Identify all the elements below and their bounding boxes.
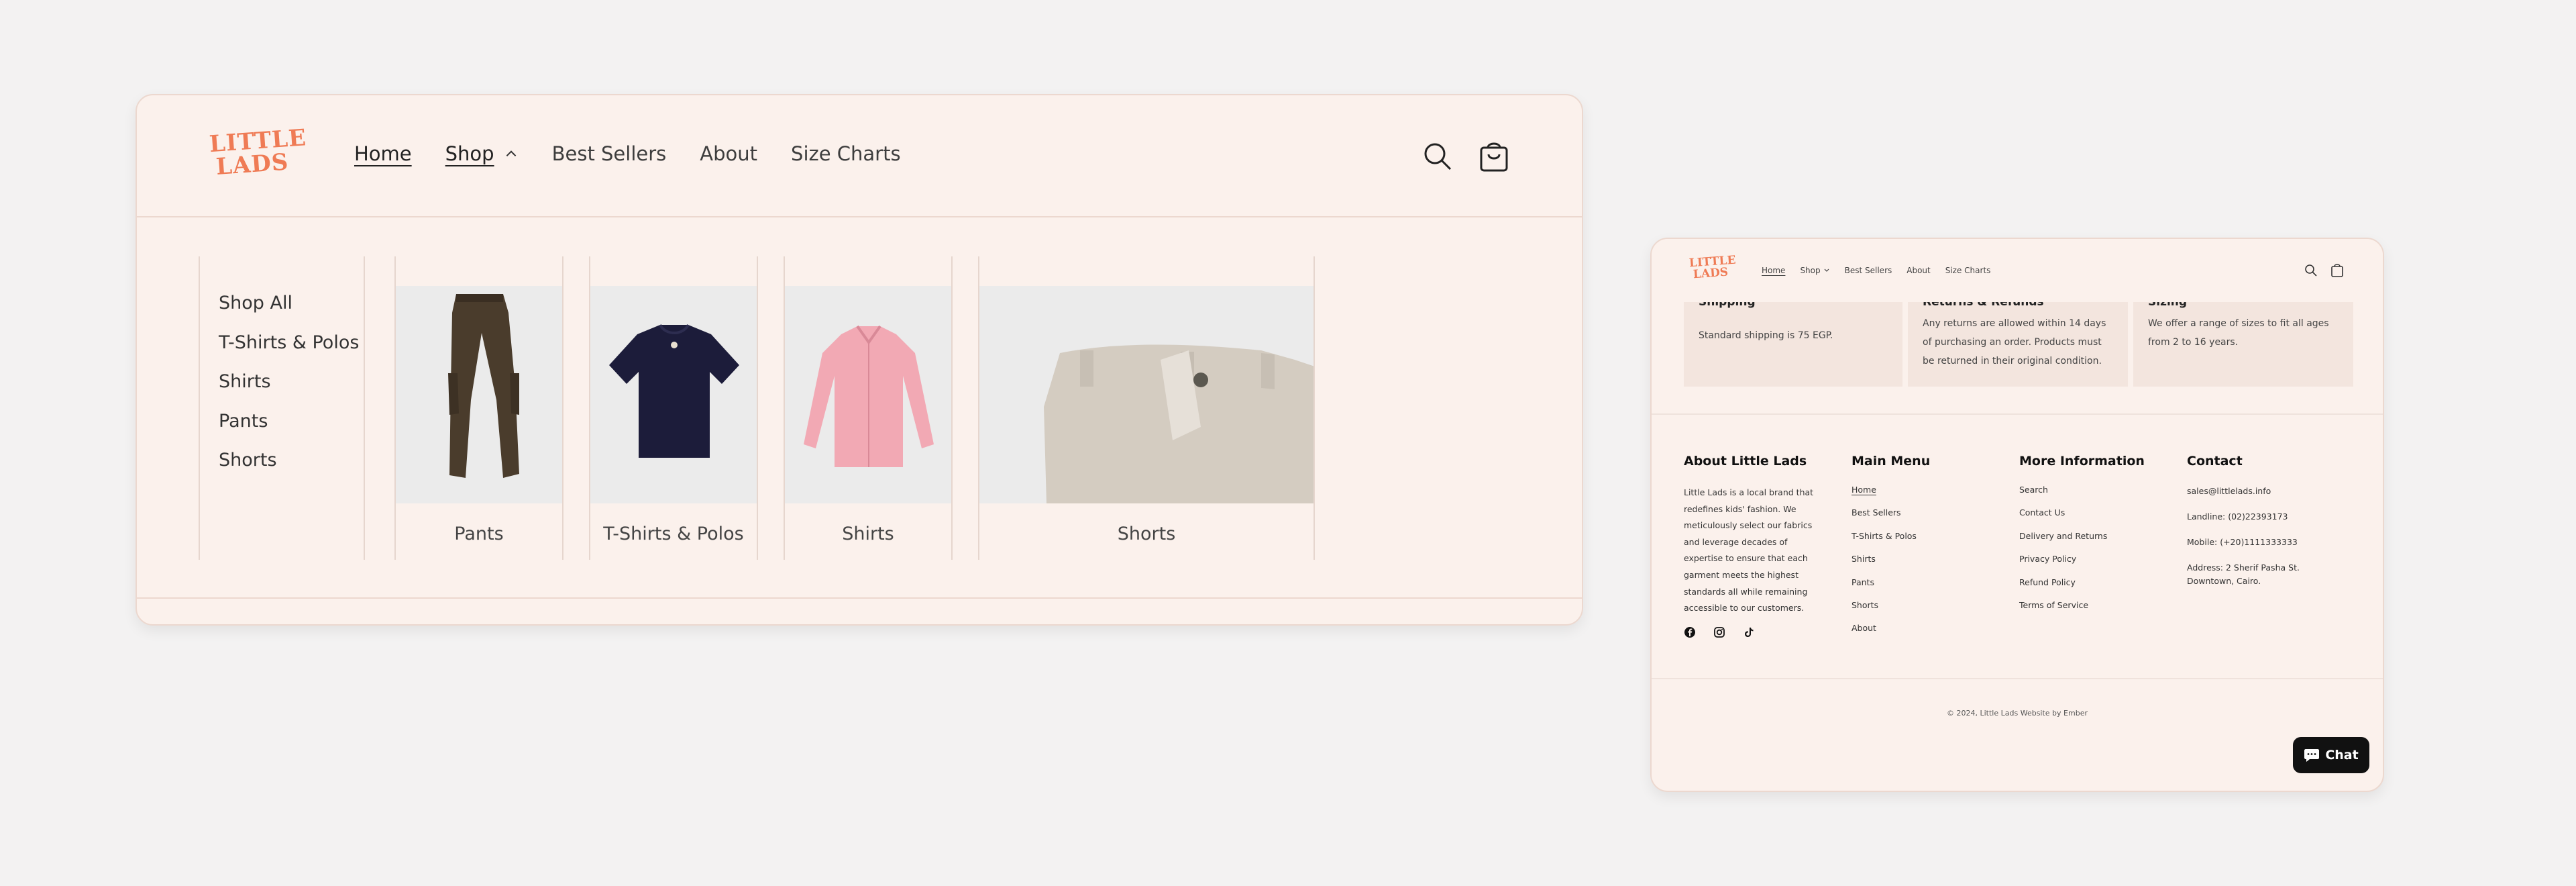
- nav-size-charts-small[interactable]: Size Charts: [1945, 266, 1991, 275]
- submenu-tshirts-polos[interactable]: T-Shirts & Polos: [219, 332, 364, 372]
- footer-link-shirts[interactable]: Shirts: [1851, 554, 2006, 577]
- sizing-text: We offer a range of sizes to fit all age…: [2148, 318, 2329, 348]
- footer-about: About Little Lads Little Lads is a local…: [1684, 454, 1818, 638]
- submenu-shorts[interactable]: Shorts: [219, 450, 364, 489]
- tiktok-icon[interactable]: [1743, 626, 1755, 638]
- chevron-down-icon: [1824, 268, 1829, 272]
- footer-main-menu-heading: Main Menu: [1851, 454, 1931, 469]
- contact-mobile: Mobile: (+20)1111333333: [2187, 537, 2298, 547]
- returns-text: Any returns are allowed within 14 days o…: [1923, 318, 2106, 366]
- logo-small-line2: LADS: [1693, 265, 1729, 282]
- submenu-pants[interactable]: Pants: [219, 411, 364, 450]
- nav-home-small-label: Home: [1762, 266, 1786, 275]
- footer-about-heading: About Little Lads: [1684, 454, 1807, 469]
- chat-button[interactable]: Chat: [2293, 737, 2369, 773]
- footer-link-terms[interactable]: Terms of Service: [2019, 600, 2174, 623]
- footer-link-pants[interactable]: Pants: [1851, 577, 2006, 600]
- nav-about-small-label: About: [1907, 266, 1931, 275]
- tshirts-polos-label: T-Shirts & Polos: [603, 524, 744, 544]
- nav-about-label: About: [700, 142, 758, 165]
- search-icon[interactable]: [2304, 263, 2318, 278]
- tshirt-image: [590, 286, 757, 503]
- main-nav: Home Shop Best Sellers About Size Charts: [354, 142, 934, 165]
- site-header-compact: LITTLE LADS Home Shop Best Sellers About…: [1652, 239, 2383, 302]
- nav-about[interactable]: About: [700, 142, 757, 165]
- submenu-shop-all[interactable]: Shop All: [219, 293, 364, 332]
- collection-card-shirts[interactable]: Shirts: [784, 256, 953, 560]
- contact-email[interactable]: sales@littlelads.info: [2187, 485, 2308, 498]
- nav-home-label: Home: [354, 142, 412, 165]
- footer-link-shorts[interactable]: Shorts: [1851, 600, 2006, 623]
- footer-about-text: Little Lads is a local brand that redefi…: [1684, 487, 1814, 613]
- header-bottom-band: [137, 597, 1582, 624]
- collection-card-shorts[interactable]: Shorts: [978, 256, 1315, 560]
- footer-link-delivery-returns[interactable]: Delivery and Returns: [2019, 531, 2174, 554]
- nav-size-charts-small-label: Size Charts: [1945, 266, 1991, 275]
- shirts-label: Shirts: [842, 524, 894, 544]
- footer-link-about[interactable]: About: [1851, 623, 2006, 646]
- chevron-up-icon: [506, 150, 516, 157]
- collection-card-pants[interactable]: Pants: [394, 256, 564, 560]
- shorts-label: Shorts: [1117, 524, 1176, 544]
- desktop-window: LITTLE LADS Home Shop Best Sellers About…: [136, 94, 1583, 626]
- nav-home-small[interactable]: Home: [1762, 266, 1785, 275]
- nav-best-sellers[interactable]: Best Sellers: [552, 142, 667, 165]
- info-box-sizing: Sizing We offer a range of sizes to fit …: [2133, 295, 2353, 387]
- cart-icon[interactable]: [1479, 140, 1509, 173]
- footer-divider-bottom: [1652, 678, 2383, 679]
- nav-size-charts-label: Size Charts: [791, 142, 901, 165]
- footer-preview-window: LITTLE LADS Home Shop Best Sellers About…: [1650, 238, 2384, 792]
- footer-more-info: More Information Search Contact Us Deliv…: [2019, 454, 2174, 623]
- contact-landline: Landline: (02)22393173: [2187, 511, 2288, 522]
- site-header: LITTLE LADS Home Shop Best Sellers About…: [137, 95, 1582, 217]
- logo-line2: LADS: [215, 148, 290, 181]
- nav-size-charts[interactable]: Size Charts: [791, 142, 901, 165]
- shipping-text: Standard shipping is 75 EGP.: [1699, 330, 1833, 341]
- info-box-shipping: Shipping Standard shipping is 75 EGP.: [1684, 295, 1902, 387]
- social-links: [1684, 626, 1818, 638]
- cart-icon[interactable]: [2330, 263, 2344, 278]
- shorts-image: [979, 286, 1313, 503]
- footer-link-privacy-policy[interactable]: Privacy Policy: [2019, 554, 2174, 577]
- footer-link-best-sellers[interactable]: Best Sellers: [1851, 507, 2006, 530]
- footer-link-search[interactable]: Search: [2019, 485, 2174, 507]
- facebook-icon[interactable]: [1684, 626, 1696, 638]
- footer-link-home[interactable]: Home: [1851, 485, 2006, 507]
- footer-link-contact-us[interactable]: Contact Us: [2019, 507, 2174, 530]
- shirt-image: [785, 286, 951, 503]
- search-icon[interactable]: [1421, 140, 1454, 173]
- nav-best-sellers-label: Best Sellers: [551, 142, 667, 165]
- footer-main-menu: Main Menu Home Best Sellers T-Shirts & P…: [1851, 454, 2006, 646]
- nav-home[interactable]: Home: [354, 142, 412, 165]
- footer-contact-heading: Contact: [2187, 454, 2243, 469]
- info-box-returns: Returns & Refunds Any returns are allowe…: [1908, 295, 2128, 387]
- footer-contact: Contact sales@littlelads.info Landline: …: [2187, 454, 2308, 600]
- nav-about-small[interactable]: About: [1907, 266, 1930, 275]
- main-nav-compact: Home Shop Best Sellers About Size Charts: [1762, 266, 2005, 275]
- nav-shop[interactable]: Shop: [445, 142, 519, 165]
- pants-label: Pants: [454, 524, 504, 544]
- site-logo[interactable]: LITTLE LADS: [209, 124, 307, 181]
- collection-card-tshirts-polos[interactable]: T-Shirts & Polos: [589, 256, 758, 560]
- chat-label: Chat: [2325, 748, 2359, 762]
- site-logo-small[interactable]: LITTLE LADS: [1688, 254, 1736, 282]
- nav-best-sellers-small-label: Best Sellers: [1844, 266, 1892, 275]
- chat-bubble-icon: [2304, 749, 2320, 762]
- footer-more-info-heading: More Information: [2019, 454, 2145, 469]
- nav-best-sellers-small[interactable]: Best Sellers: [1845, 266, 1892, 275]
- nav-shop-label: Shop: [445, 142, 494, 165]
- copyright: © 2024, Little Lads Website by Ember: [1947, 709, 2088, 718]
- shop-submenu: Shop All T-Shirts & Polos Shirts Pants S…: [199, 256, 365, 560]
- footer-divider-top: [1652, 413, 2383, 415]
- footer-link-refund-policy[interactable]: Refund Policy: [2019, 577, 2174, 600]
- instagram-icon[interactable]: [1713, 626, 1725, 638]
- pants-image: [396, 286, 562, 503]
- contact-address: Address: 2 Sherif Pasha St. Downtown, Ca…: [2187, 562, 2300, 586]
- submenu-shirts[interactable]: Shirts: [219, 371, 364, 411]
- nav-shop-small[interactable]: Shop: [1800, 266, 1829, 275]
- footer-link-tshirts-polos[interactable]: T-Shirts & Polos: [1851, 531, 2006, 554]
- nav-shop-small-label: Shop: [1800, 266, 1821, 275]
